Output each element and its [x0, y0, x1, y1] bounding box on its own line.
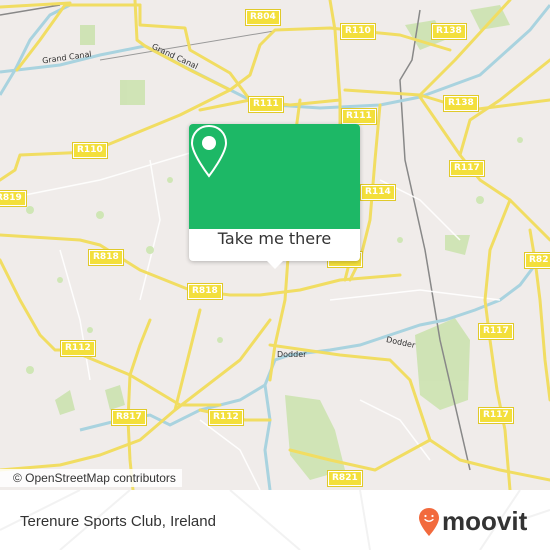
brand-name: moovit [442, 505, 528, 536]
footer-bar: Terenure Sports Club, Ireland moovit [0, 490, 550, 550]
park [80, 25, 95, 45]
road-label: R111 [248, 96, 284, 113]
road-label: R818 [187, 283, 223, 300]
map-attribution[interactable]: © OpenStreetMap contributors [0, 469, 182, 487]
park [105, 385, 125, 410]
road-label: R110 [72, 142, 108, 159]
road-label: R821 [327, 470, 363, 487]
take-me-there-button[interactable]: Take me there [189, 229, 360, 261]
park [285, 395, 345, 480]
river [0, 3, 71, 96]
map-view[interactable]: R804 R110 R138 R111 R111 R138 R110 R117 … [0, 0, 550, 490]
road-label: R117 [478, 323, 514, 340]
road-label: R111 [341, 108, 377, 125]
road-label: R82 [523, 252, 550, 269]
water-label: Dodder [277, 350, 307, 359]
road-label: R138 [431, 23, 467, 40]
river [263, 384, 272, 490]
place-title: Terenure Sports Club, Ireland [20, 513, 216, 530]
park [120, 80, 145, 105]
park [55, 390, 75, 415]
road-label: R818 [88, 249, 124, 266]
popup-pointer [267, 261, 283, 269]
road-label: R110 [340, 23, 376, 40]
road-label: R114 [360, 184, 396, 201]
road-label: R819 [0, 190, 27, 207]
road-label: R804 [245, 9, 281, 26]
map-pin-icon [190, 124, 228, 178]
road-label: R117 [449, 160, 485, 177]
moovit-logo[interactable]: moovit [418, 505, 528, 537]
location-popup: Take me there [189, 124, 360, 269]
popup-header [189, 124, 360, 229]
road-label: R817 [111, 409, 147, 426]
park [415, 318, 470, 410]
road-label: R112 [208, 409, 244, 426]
road-label: R117 [478, 407, 514, 424]
moovit-pin-icon [419, 508, 439, 536]
road-label: R138 [443, 95, 479, 112]
road-label: R112 [60, 340, 96, 357]
